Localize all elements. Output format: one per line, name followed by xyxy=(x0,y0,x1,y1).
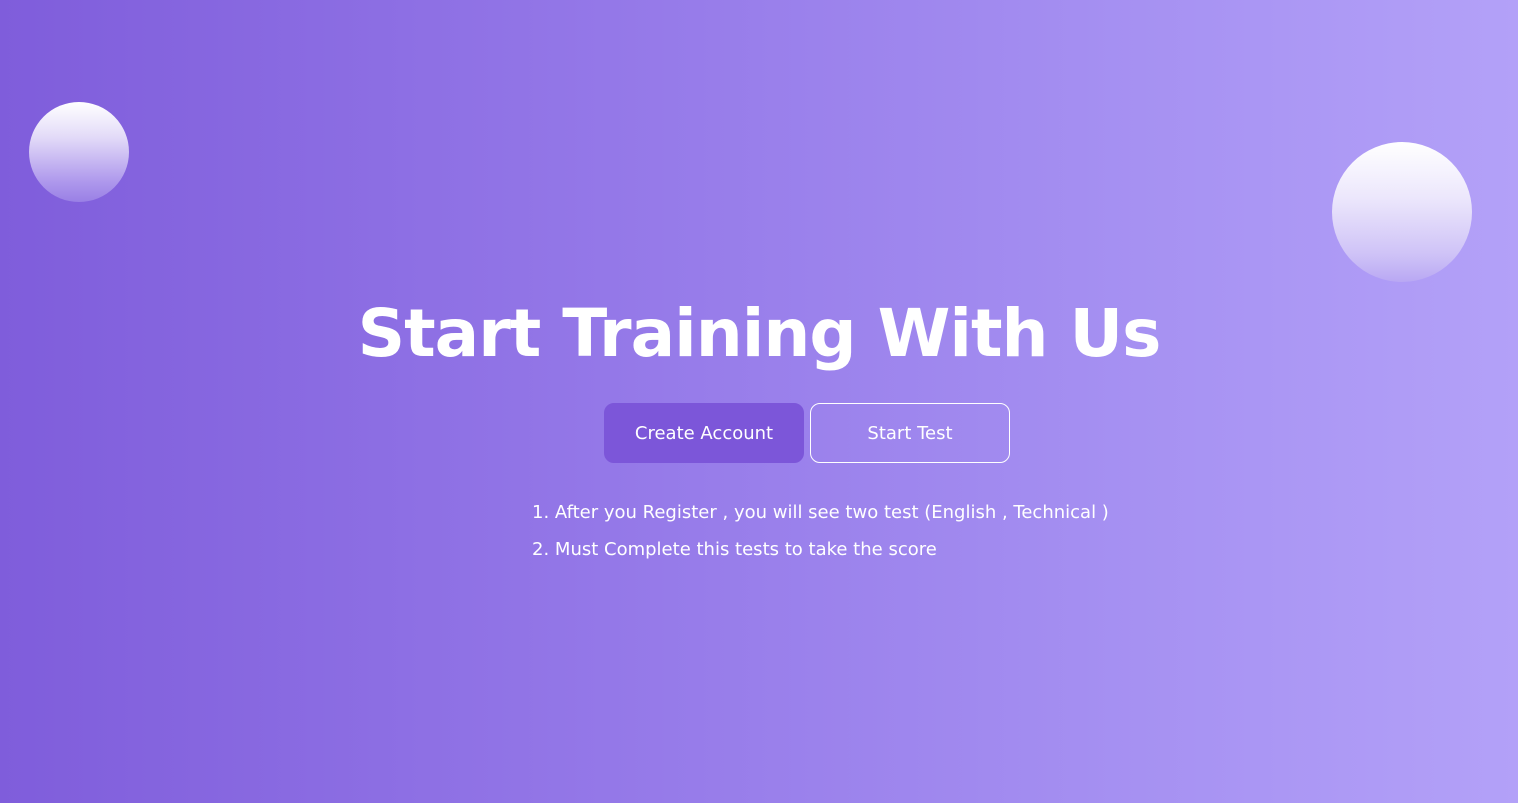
instruction-text: After you Register , you will see two te… xyxy=(554,502,1109,523)
start-test-label: Start Test xyxy=(867,422,953,444)
create-account-button[interactable]: Create Account xyxy=(604,403,804,463)
instruction-number: 2. xyxy=(532,539,550,560)
instruction-item: 1. After you Register , you will see two… xyxy=(532,494,1109,531)
decorative-bubble-right xyxy=(1332,142,1472,282)
start-test-button[interactable]: Start Test xyxy=(810,403,1010,463)
instructions-list: 1. After you Register , you will see two… xyxy=(532,494,1109,568)
create-account-label: Create Account xyxy=(634,422,774,444)
instruction-number: 1. xyxy=(532,502,550,523)
hero-title: Start Training With Us xyxy=(357,295,1162,372)
decorative-bubble-left xyxy=(29,102,129,202)
instruction-item: 2. Must Complete this tests to take the … xyxy=(532,531,1109,568)
instruction-text: Must Complete this tests to take the sco… xyxy=(554,539,937,560)
